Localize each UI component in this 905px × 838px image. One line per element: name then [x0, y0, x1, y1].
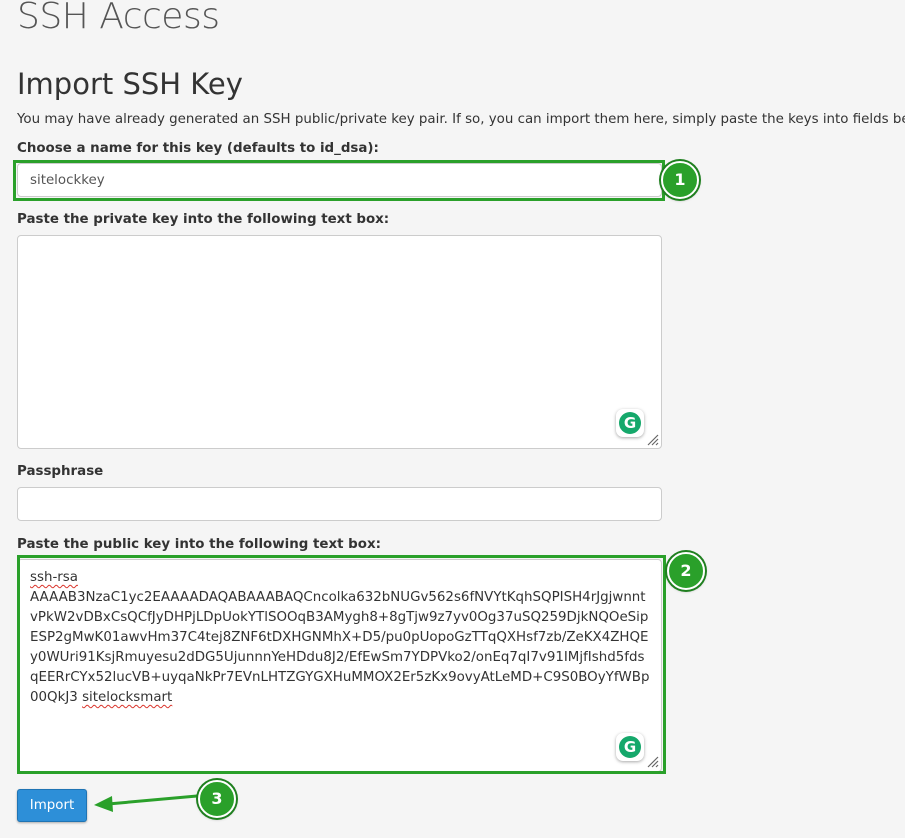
- private-key-textarea[interactable]: [17, 235, 662, 449]
- key-name-label: Choose a name for this key (defaults to …: [17, 141, 379, 156]
- import-button[interactable]: Import: [17, 789, 87, 822]
- step-marker-1: 1: [661, 161, 699, 199]
- passphrase-input[interactable]: [17, 487, 662, 521]
- resize-grip-icon[interactable]: [645, 432, 659, 446]
- public-key-label: Paste the public key into the following …: [17, 537, 381, 552]
- highlight-box-1: [13, 160, 665, 201]
- step-marker-3: 3: [198, 780, 236, 818]
- private-key-wrapper: G: [17, 235, 662, 449]
- page-title: SSH Access: [17, 0, 220, 37]
- grammarly-glyph: G: [619, 412, 641, 434]
- passphrase-label: Passphrase: [17, 464, 104, 479]
- intro-text: You may have already generated an SSH pu…: [17, 112, 905, 127]
- grammarly-icon[interactable]: G: [616, 409, 644, 437]
- step-marker-2: 2: [667, 552, 705, 590]
- section-title: Import SSH Key: [17, 67, 243, 101]
- highlight-box-2: [17, 555, 666, 774]
- private-key-label: Paste the private key into the following…: [17, 212, 390, 227]
- arrow-icon: [94, 794, 198, 812]
